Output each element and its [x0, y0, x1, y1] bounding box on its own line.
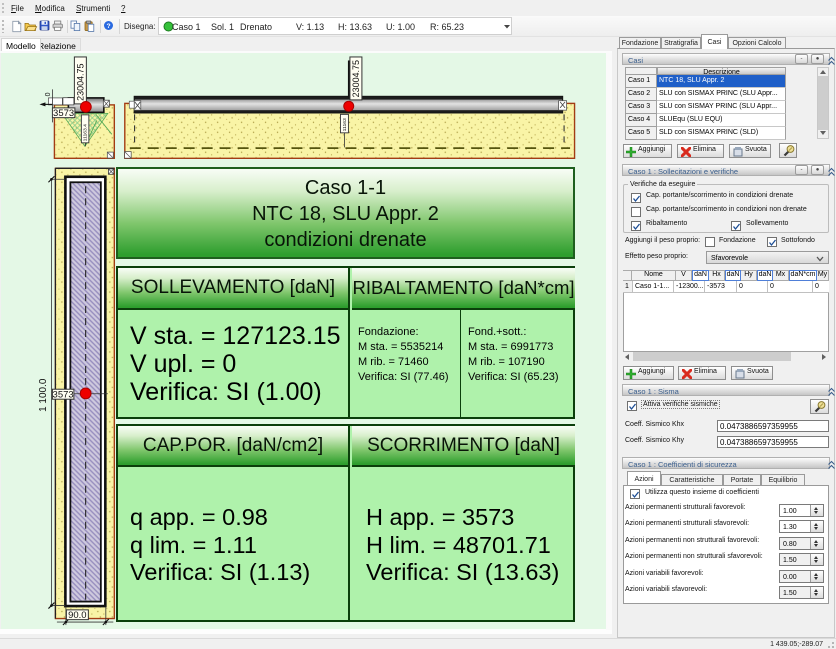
svg-text:3573: 3573 [53, 108, 74, 119]
svg-text:0: 0 [45, 92, 52, 96]
svg-text:11163: 11163 [342, 118, 348, 131]
svg-text:23004.75: 23004.75 [76, 63, 86, 100]
svg-text:11163.4: 11163.4 [83, 124, 89, 142]
svg-text:90.0: 90.0 [68, 610, 86, 621]
svg-text:3573: 3573 [53, 389, 74, 400]
svg-text:1 100.0: 1 100.0 [38, 378, 49, 412]
svg-text:23004.75: 23004.75 [351, 60, 361, 97]
svg-text:?: ? [106, 23, 110, 30]
